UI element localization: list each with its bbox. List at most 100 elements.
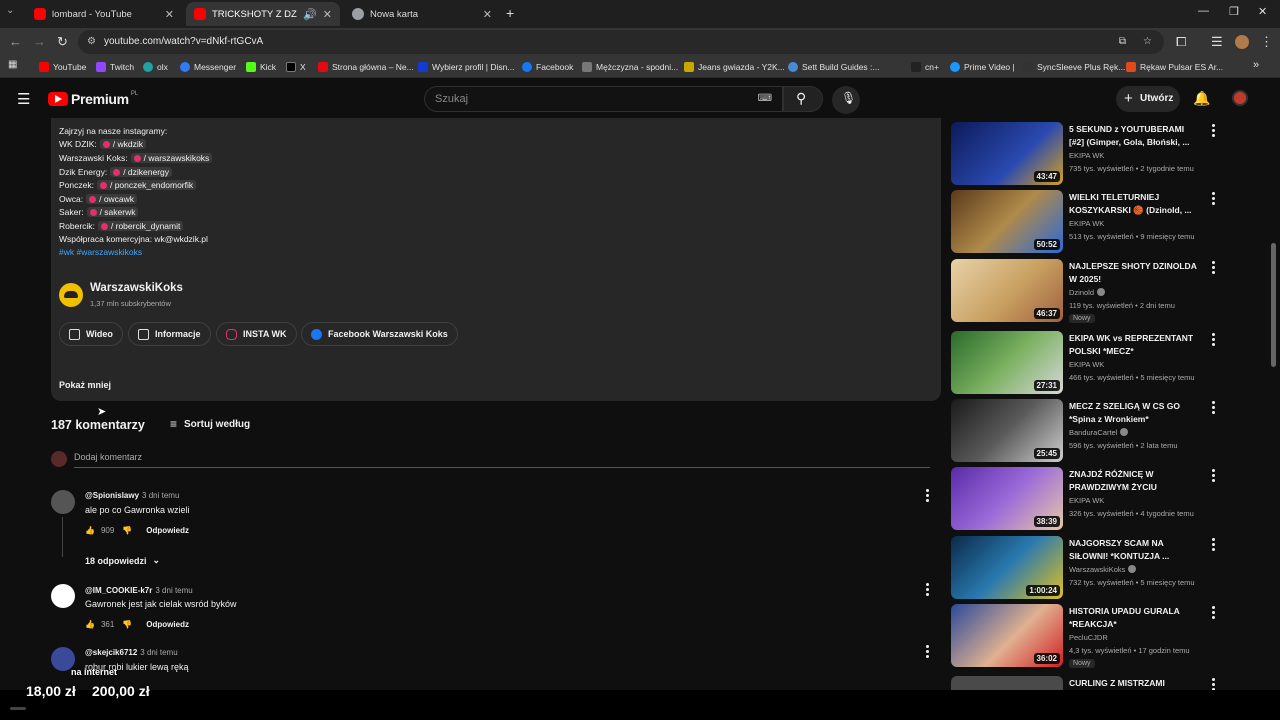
video-channel[interactable]: EKIPA WK — [1069, 496, 1104, 505]
related-video-item[interactable]: 46:37 NAJLEPSZE SHOTY DZINOLDA W 2025! D… — [951, 259, 1251, 323]
bookmark-primevideo[interactable]: Prime Video | — [950, 60, 1015, 74]
dislike-icon[interactable]: 👎 — [122, 620, 132, 629]
search-input[interactable]: Szukaj ⌨ — [424, 86, 783, 112]
sort-button[interactable]: ≡ Sortuj według — [170, 417, 250, 431]
video-title[interactable]: WIELKI TELETURNIEJ KOSZYKARSKI 🏀 (Dzinol… — [1069, 191, 1197, 216]
video-menu-icon[interactable] — [1212, 124, 1215, 137]
video-title[interactable]: MECZ Z SZELIGĄ W CS GO *Spina z Wronkiem… — [1069, 400, 1197, 425]
video-title[interactable]: HISTORIA UPADU GURALA *REAKCJA* — [1069, 605, 1197, 630]
video-title[interactable]: EKIPA WK vs REPREZENTANT POLSKI *MECZ* — [1069, 332, 1197, 357]
reload-icon[interactable]: ↻ — [57, 34, 68, 50]
site-info-icon[interactable]: ⚙ — [87, 30, 96, 54]
notifications-bell-icon[interactable]: 🔔 — [1193, 90, 1210, 107]
video-title[interactable]: NAJLEPSZE SHOTY DZINOLDA W 2025! — [1069, 260, 1197, 285]
comment-avatar[interactable] — [51, 490, 75, 514]
related-video-item[interactable]: 43:47 5 SEKUND z YOUTUBERAMI [#2] (Gimpe… — [951, 122, 1251, 186]
instagram-link[interactable]: / dzikenergy — [110, 167, 173, 177]
video-menu-icon[interactable] — [1212, 678, 1215, 690]
video-menu-icon[interactable] — [1212, 333, 1215, 346]
comment-menu-icon[interactable] — [926, 645, 929, 658]
related-video-item[interactable]: 27:31 EKIPA WK vs REPREZENTANT POLSKI *M… — [951, 331, 1251, 395]
tab-1[interactable]: lombard - YouTube ✕ — [26, 2, 182, 26]
bookmark-jeans[interactable]: Jeans gwiazda - Y2K... — [684, 60, 785, 74]
about-button[interactable]: Informacje — [128, 322, 211, 346]
bookmark-cnplus[interactable]: cn+ — [911, 60, 939, 74]
bookmark-pulsar[interactable]: Rękaw Pulsar ES Ar... — [1126, 60, 1223, 74]
speaker-icon[interactable]: 🔊 — [303, 8, 317, 21]
comment-menu-icon[interactable] — [926, 583, 929, 596]
like-icon[interactable]: 👍 — [85, 526, 95, 535]
comment-menu-icon[interactable] — [926, 489, 929, 502]
video-channel[interactable]: WarszawskiKoks — [1069, 565, 1137, 574]
hamburger-menu-icon[interactable]: ☰ — [17, 90, 30, 108]
account-avatar[interactable] — [1232, 90, 1248, 106]
reply-button[interactable]: Odpowiedz — [146, 620, 189, 629]
reply-button[interactable]: Odpowiedz — [146, 526, 189, 535]
video-channel[interactable]: EKIPA WK — [1069, 151, 1104, 160]
address-bar[interactable]: ⚙ youtube.com/watch?v=dNkf-rtGCvA ⧉ ☆ — [78, 30, 1164, 54]
video-menu-icon[interactable] — [1212, 538, 1215, 551]
video-menu-icon[interactable] — [1212, 261, 1215, 274]
video-thumbnail[interactable]: 27:31 — [951, 331, 1063, 394]
instagram-link[interactable]: / robercik_dynamit — [97, 221, 184, 231]
page-scrollbar-thumb[interactable] — [1271, 243, 1276, 367]
related-video-item[interactable]: CURLING Z MISTRZAMI — [951, 676, 1251, 690]
video-thumbnail[interactable]: 1:00:24 — [951, 536, 1063, 599]
bookmark-kick[interactable]: Kick — [246, 60, 276, 74]
tab-3[interactable]: Nowa karta ✕ — [344, 2, 500, 26]
install-icon[interactable]: ⧉ — [1119, 30, 1126, 54]
video-thumbnail[interactable]: 43:47 — [951, 122, 1063, 185]
video-thumbnail[interactable]: 25:45 — [951, 399, 1063, 462]
comment-author[interactable]: @Spionislawy 3 dni temu — [85, 491, 179, 500]
related-video-item[interactable]: 1:00:24 NAJGORSZY SCAM NA SIŁOWNI! *KONT… — [951, 536, 1251, 600]
youtube-premium-logo[interactable]: Premium PL — [48, 91, 138, 107]
close-tab-icon[interactable]: ✕ — [165, 8, 174, 21]
video-channel[interactable]: EKIPA WK — [1069, 219, 1104, 228]
related-video-item[interactable]: 38:39 ZNAJDŹ RÓŻNICĘ W PRAWDZIWYM ŻYCIU … — [951, 467, 1251, 531]
video-thumbnail[interactable]: 46:37 — [951, 259, 1063, 322]
apps-grid-icon[interactable]: ▦ — [8, 59, 17, 70]
video-menu-icon[interactable] — [1212, 606, 1215, 619]
comment-author[interactable]: @skejcik6712 3 dni temu — [85, 648, 178, 657]
video-title[interactable]: ZNAJDŹ RÓŻNICĘ W PRAWDZIWYM ŻYCIU — [1069, 468, 1197, 493]
reading-list-icon[interactable]: ☰ — [1211, 34, 1223, 50]
bookmark-messenger[interactable]: Messenger — [180, 60, 236, 74]
search-button[interactable]: ⚲ — [783, 86, 823, 112]
close-tab-icon[interactable]: ✕ — [483, 8, 492, 21]
bookmark-star-icon[interactable]: ☆ — [1143, 30, 1152, 54]
instagram-link[interactable]: / ponczek_endomorfik — [96, 180, 197, 190]
bookmark-facebook[interactable]: Facebook — [522, 60, 573, 74]
video-title[interactable]: 5 SEKUND z YOUTUBERAMI [#2] (Gimper, Gol… — [1069, 123, 1197, 148]
add-comment-input[interactable]: Dodaj komentarz — [74, 452, 142, 462]
minimize-icon[interactable]: — — [1198, 5, 1209, 17]
close-window-icon[interactable]: ✕ — [1258, 5, 1267, 18]
tab-search-icon[interactable]: ⌄ — [6, 5, 14, 16]
video-thumbnail[interactable]: 38:39 — [951, 467, 1063, 530]
bookmark-syncsleeve[interactable]: SyncSleeve Plus Ręk... — [1023, 60, 1125, 74]
related-video-item[interactable]: 50:52 WIELKI TELETURNIEJ KOSZYKARSKI 🏀 (… — [951, 190, 1251, 254]
insta-wk-button[interactable]: INSTA WK — [216, 322, 297, 346]
bookmark-spodnie[interactable]: Mężczyzna - spodni... — [582, 60, 678, 74]
bookmark-netflix[interactable]: Strona główna – Ne... — [318, 60, 414, 74]
like-icon[interactable]: 👍 — [85, 620, 95, 629]
bookmark-disney[interactable]: Wybierz profil | Disn... — [418, 60, 514, 74]
video-thumbnail[interactable] — [951, 676, 1063, 690]
video-menu-icon[interactable] — [1212, 192, 1215, 205]
bookmark-twitch[interactable]: Twitch — [96, 60, 134, 74]
profile-avatar[interactable] — [1235, 35, 1249, 49]
video-channel[interactable]: EKIPA WK — [1069, 360, 1104, 369]
bookmark-sett[interactable]: Sett Build Guides :... — [788, 60, 879, 74]
channel-name[interactable]: WarszawskiKoks — [90, 282, 183, 294]
create-button[interactable]: + Utwórz — [1116, 86, 1180, 112]
video-thumbnail[interactable]: 36:02 — [951, 604, 1063, 667]
related-video-item[interactable]: 25:45 MECZ Z SZELIGĄ W CS GO *Spina z Wr… — [951, 399, 1251, 463]
video-menu-icon[interactable] — [1212, 469, 1215, 482]
comment-author[interactable]: @IM_COOKIE-k7r 3 dni temu — [85, 586, 193, 595]
video-title[interactable]: NAJGORSZY SCAM NA SIŁOWNI! *KONTUZJA ... — [1069, 537, 1197, 562]
channel-avatar[interactable] — [59, 283, 83, 307]
instagram-link[interactable]: / sakerwk — [86, 207, 139, 217]
facebook-button[interactable]: Facebook Warszawski Koks — [301, 322, 458, 346]
maximize-icon[interactable]: ❐ — [1229, 5, 1239, 18]
more-bookmarks-icon[interactable]: » — [1253, 59, 1259, 71]
show-less-button[interactable]: Pokaż mniej — [59, 380, 111, 390]
